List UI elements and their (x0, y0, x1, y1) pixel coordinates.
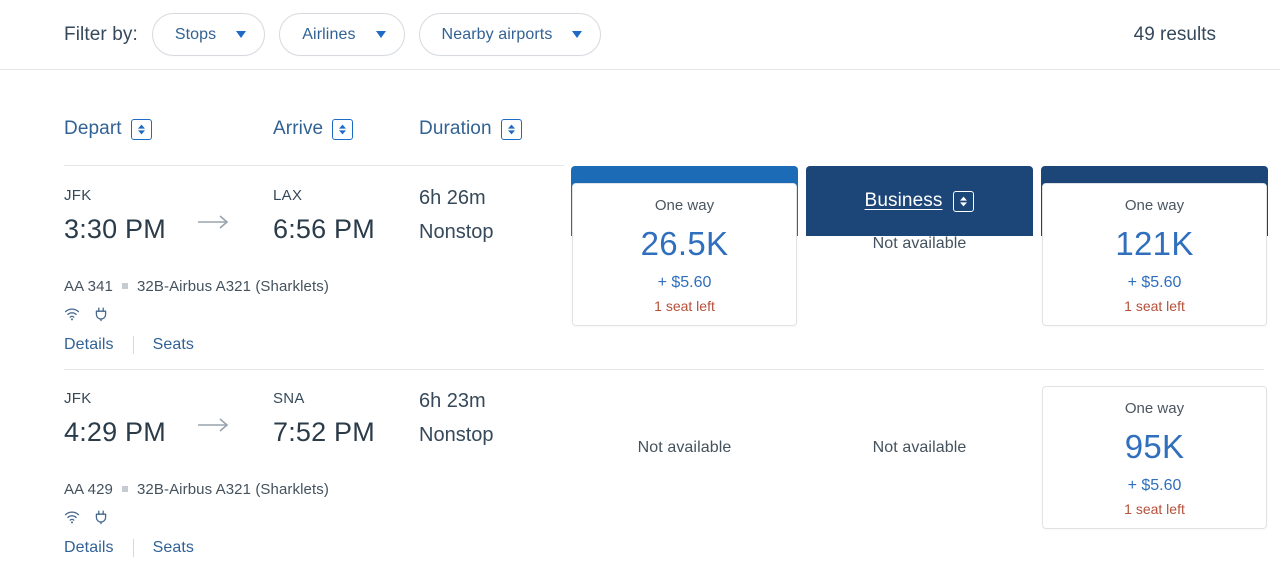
results-table-header: Depart Arrive Duration Main Cabin Busine (0, 70, 1280, 166)
fare-not-available: Not available (806, 439, 1033, 457)
link-separator (133, 336, 134, 354)
flight-number: AA 429 (64, 481, 113, 498)
arrive-segment: LAX 6:56 PM (273, 188, 375, 243)
arrive-time: 6:56 PM (273, 216, 375, 243)
filter-pill-nearby-airports[interactable]: Nearby airports (419, 13, 602, 56)
sort-column-arrive-label: Arrive (273, 118, 323, 140)
filter-pill-airlines-label: Airlines (302, 26, 355, 44)
flight-links: Details Seats (64, 539, 194, 557)
meta-separator (122, 283, 128, 289)
flight-links: Details Seats (64, 336, 194, 354)
fare-card-main-cabin[interactable]: One way 26.5K + $5.60 1 seat left (572, 183, 797, 326)
wifi-icon (64, 509, 80, 525)
seats-link[interactable]: Seats (153, 336, 194, 354)
fare-taxes: + $5.60 (1043, 478, 1266, 494)
amenity-icons (64, 509, 109, 525)
sort-updown-icon (332, 119, 353, 140)
filter-by-label: Filter by: (64, 24, 138, 46)
fare-taxes: + $5.60 (573, 275, 796, 291)
sort-column-depart[interactable]: Depart (64, 118, 152, 140)
chevron-down-icon (572, 31, 582, 38)
chevron-down-icon (236, 31, 246, 38)
depart-segment: JFK 3:30 PM (64, 188, 166, 243)
results-count: 49 results (1134, 24, 1216, 46)
filter-pill-stops[interactable]: Stops (152, 13, 265, 56)
filter-bar: Filter by: Stops Airlines Nearby airport… (0, 0, 1280, 70)
duration-stops: Nonstop (419, 425, 494, 445)
flight-meta: AA 341 32B-Airbus A321 (Sharklets) (64, 278, 329, 295)
fare-card-first[interactable]: One way 95K + $5.60 1 seat left (1042, 386, 1267, 529)
details-link[interactable]: Details (64, 539, 114, 557)
arrive-segment: SNA 7:52 PM (273, 391, 375, 446)
flight-result-row: JFK 4:29 PM SNA 7:52 PM 6h 23m Nonstop A… (0, 369, 1280, 565)
depart-airport-code: JFK (64, 391, 166, 406)
power-outlet-icon (93, 509, 109, 525)
sort-updown-icon (131, 119, 152, 140)
arrow-right-icon (196, 415, 232, 435)
fare-seats-left: 1 seat left (1043, 299, 1266, 313)
fare-trip-type: One way (573, 198, 796, 213)
arrive-time: 7:52 PM (273, 419, 375, 446)
arrow-right-icon (196, 212, 232, 232)
chevron-down-icon (376, 31, 386, 38)
duration-length: 6h 23m (419, 391, 494, 411)
fare-card-first[interactable]: One way 121K + $5.60 1 seat left (1042, 183, 1267, 326)
depart-time: 4:29 PM (64, 419, 166, 446)
details-link[interactable]: Details (64, 336, 114, 354)
sort-updown-icon (501, 119, 522, 140)
meta-separator (122, 486, 128, 492)
seats-link[interactable]: Seats (153, 539, 194, 557)
fare-cell-main-cabin: One way 26.5K + $5.60 1 seat left (571, 183, 798, 326)
fare-not-available: Not available (571, 439, 798, 457)
fare-not-available: Not available (806, 235, 1033, 253)
fare-trip-type: One way (1043, 401, 1266, 416)
sort-column-duration[interactable]: Duration (419, 118, 522, 140)
sort-column-arrive[interactable]: Arrive (273, 118, 353, 140)
depart-segment: JFK 4:29 PM (64, 391, 166, 446)
aircraft-equipment: 32B-Airbus A321 (Sharklets) (137, 278, 329, 295)
fare-seats-left: 1 seat left (573, 299, 796, 313)
filter-pill-airlines[interactable]: Airlines (279, 13, 404, 56)
fare-seats-left: 1 seat left (1043, 502, 1266, 516)
flight-meta: AA 429 32B-Airbus A321 (Sharklets) (64, 481, 329, 498)
flight-number: AA 341 (64, 278, 113, 295)
fare-cell-first: One way 121K + $5.60 1 seat left (1041, 183, 1268, 326)
wifi-icon (64, 306, 80, 322)
duration-segment: 6h 26m Nonstop (419, 188, 494, 242)
duration-stops: Nonstop (419, 222, 494, 242)
depart-time: 3:30 PM (64, 216, 166, 243)
arrive-airport-code: SNA (273, 391, 375, 406)
row-divider (64, 369, 1264, 370)
duration-length: 6h 26m (419, 188, 494, 208)
duration-segment: 6h 23m Nonstop (419, 391, 494, 445)
fare-cell-first: One way 95K + $5.60 1 seat left (1041, 386, 1268, 529)
power-outlet-icon (93, 306, 109, 322)
fare-miles: 26.5K (573, 227, 796, 260)
depart-airport-code: JFK (64, 188, 166, 203)
fare-miles: 95K (1043, 430, 1266, 463)
fare-miles: 121K (1043, 227, 1266, 260)
filter-pill-nearby-airports-label: Nearby airports (442, 26, 553, 44)
sort-column-depart-label: Depart (64, 118, 122, 140)
flight-result-row: JFK 3:30 PM LAX 6:56 PM 6h 26m Nonstop A… (0, 166, 1280, 369)
fare-taxes: + $5.60 (1043, 275, 1266, 291)
sort-column-duration-label: Duration (419, 118, 492, 140)
link-separator (133, 539, 134, 557)
amenity-icons (64, 306, 109, 322)
flight-search-results-page: Filter by: Stops Airlines Nearby airport… (0, 0, 1280, 565)
aircraft-equipment: 32B-Airbus A321 (Sharklets) (137, 481, 329, 498)
arrive-airport-code: LAX (273, 188, 375, 203)
filter-pill-stops-label: Stops (175, 26, 216, 44)
fare-trip-type: One way (1043, 198, 1266, 213)
